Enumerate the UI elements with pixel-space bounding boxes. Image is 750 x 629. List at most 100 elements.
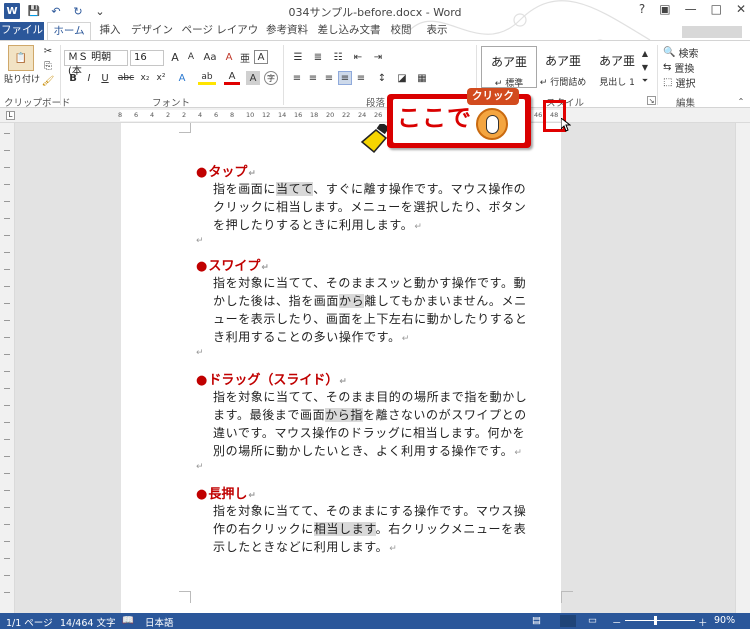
- tab-file[interactable]: ファイル: [0, 22, 44, 40]
- bold-button[interactable]: B: [66, 71, 80, 85]
- line-spacing-icon[interactable]: ↕: [374, 71, 390, 85]
- mouse-body: [486, 115, 499, 134]
- paste-icon[interactable]: 📋: [8, 45, 34, 71]
- margin-corner-mark: [561, 591, 573, 603]
- strikethrough-button[interactable]: abc: [116, 71, 136, 85]
- qat-customize-icon[interactable]: ⌄: [92, 3, 108, 19]
- distribute-icon[interactable]: ≡: [354, 71, 368, 85]
- borders-icon[interactable]: ▦: [414, 71, 430, 85]
- tab-home[interactable]: ホーム: [47, 22, 91, 40]
- body-text-line: を押したりするときに利用します。↵: [213, 216, 423, 233]
- grow-font-icon[interactable]: A: [168, 50, 182, 64]
- shrink-font-icon[interactable]: A: [184, 50, 198, 64]
- document-workspace: タップ↵指を画面に当てて、すぐに離す操作です。マウス操作のクリックに相当します。…: [0, 123, 750, 613]
- vertical-ruler-tick: [4, 133, 10, 134]
- shading-icon[interactable]: ◪: [394, 71, 410, 85]
- justify-icon[interactable]: ≡: [338, 71, 352, 85]
- language-indicator[interactable]: 日本語: [145, 615, 174, 629]
- cut-icon[interactable]: ✂: [42, 45, 54, 57]
- bullets-icon[interactable]: ☰: [290, 50, 306, 64]
- tab-insert[interactable]: 挿入: [94, 22, 126, 40]
- style-sample: あア亜: [598, 54, 635, 68]
- zoom-level[interactable]: 90%: [714, 615, 735, 626]
- tab-mailings[interactable]: 差し込み文書: [316, 22, 382, 40]
- maximize-button[interactable]: □: [711, 2, 722, 16]
- styles-scroll-up-icon[interactable]: ▲: [640, 46, 650, 60]
- tab-page-layout[interactable]: ページ レイアウト: [180, 22, 260, 53]
- word-count[interactable]: 14/464 文字: [60, 615, 115, 629]
- redo-icon[interactable]: ↻: [70, 3, 86, 19]
- font-name-combo[interactable]: ＭＳ 明朝 (本: [64, 50, 128, 77]
- minimize-button[interactable]: —: [685, 2, 697, 16]
- phonetic-guide-icon[interactable]: 亜: [238, 50, 252, 65]
- vertical-ruler[interactable]: [0, 123, 15, 613]
- print-layout-icon[interactable]: [560, 615, 576, 627]
- vertical-ruler-tick: [4, 218, 10, 219]
- help-button[interactable]: ?: [639, 2, 645, 16]
- ruler-number: 6: [214, 111, 219, 119]
- paste-button-label[interactable]: 貼り付け: [4, 72, 40, 85]
- styles-more-icon[interactable]: ⏷: [640, 74, 650, 88]
- superscript-button[interactable]: x²: [154, 71, 168, 85]
- underline-button[interactable]: U: [98, 71, 112, 85]
- char-shading-icon[interactable]: A: [246, 71, 260, 85]
- replace-icon: ⇆: [663, 61, 672, 73]
- tab-selector[interactable]: L: [6, 111, 15, 120]
- subscript-button[interactable]: x₂: [138, 71, 152, 85]
- styles-scroll-down-icon[interactable]: ▼: [640, 60, 650, 74]
- horizontal-ruler[interactable]: L 86422468101214161820222426283032343638…: [0, 108, 750, 123]
- undo-icon[interactable]: ↶: [48, 3, 64, 19]
- zoom-in-button[interactable]: ＋: [698, 615, 708, 629]
- text-run: ます。最後まで画面: [213, 408, 326, 422]
- tab-references[interactable]: 参考資料: [264, 22, 310, 40]
- highlight-color-icon[interactable]: ab: [198, 71, 216, 85]
- select-button[interactable]: ⬚ 選択: [663, 75, 723, 90]
- vertical-scrollbar[interactable]: [735, 123, 750, 613]
- align-left-icon[interactable]: ≡: [290, 71, 304, 85]
- account-name-blurred[interactable]: [682, 26, 742, 38]
- align-right-icon[interactable]: ≡: [322, 71, 336, 85]
- font-color-icon[interactable]: A: [224, 71, 240, 85]
- italic-button[interactable]: I: [82, 71, 96, 85]
- align-center-icon[interactable]: ≡: [306, 71, 320, 85]
- collapse-ribbon-icon[interactable]: ⌃: [736, 96, 746, 106]
- zoom-slider-thumb[interactable]: [654, 616, 657, 625]
- word-app-icon[interactable]: W: [4, 3, 20, 19]
- multilevel-list-icon[interactable]: ☷: [330, 50, 346, 64]
- document-page[interactable]: タップ↵指を画面に当てて、すぐに離す操作です。マウス操作のクリックに相当します。…: [121, 123, 573, 613]
- save-icon[interactable]: 💾: [26, 3, 42, 19]
- paragraph-mark: ↵: [248, 169, 256, 179]
- style-no-spacing[interactable]: あア亜 ↵ 行間詰め: [535, 46, 591, 88]
- paragraph-mark: ↵: [389, 544, 398, 554]
- enclose-char-icon[interactable]: 字: [264, 71, 278, 85]
- copy-icon[interactable]: ⎘: [42, 60, 54, 72]
- style-heading-1[interactable]: あア亜 見出し 1: [589, 46, 645, 88]
- change-case-icon[interactable]: Aa: [201, 50, 219, 64]
- numbering-icon[interactable]: ≣: [310, 50, 326, 64]
- text-effects-icon[interactable]: A: [174, 71, 190, 85]
- close-button[interactable]: ✕: [736, 2, 746, 16]
- page-count[interactable]: 1/1 ページ: [6, 615, 53, 629]
- body-text-line: ます。最後まで画面から指を離さないのがスワイプとの: [213, 406, 527, 423]
- styles-dialog-launcher-icon[interactable]: ↘: [647, 96, 656, 105]
- find-button[interactable]: 🔍 検索: [663, 45, 723, 60]
- ruler-number: 46: [534, 111, 543, 119]
- ribbon-display-button[interactable]: ▣: [659, 2, 670, 16]
- tab-view[interactable]: 表示: [422, 22, 452, 40]
- clear-format-icon[interactable]: A: [222, 50, 236, 64]
- increase-indent-icon[interactable]: ⇥: [370, 50, 386, 64]
- format-painter-icon[interactable]: 🖌: [42, 75, 55, 87]
- decrease-indent-icon[interactable]: ⇤: [350, 50, 366, 64]
- style-normal[interactable]: あア亜 ↵ 標準: [481, 46, 537, 89]
- read-mode-icon[interactable]: ▤: [532, 615, 541, 626]
- proofing-icon[interactable]: 📖: [122, 615, 134, 626]
- web-layout-icon[interactable]: ▭: [588, 615, 597, 626]
- replace-button[interactable]: ⇆ 置換: [663, 60, 723, 75]
- zoom-slider-track[interactable]: [625, 620, 695, 621]
- tab-design[interactable]: デザイン: [130, 22, 174, 40]
- font-size-combo[interactable]: 16: [130, 50, 164, 66]
- zoom-out-button[interactable]: －: [612, 615, 622, 629]
- char-border-icon[interactable]: A: [254, 50, 268, 64]
- tab-review[interactable]: 校閲: [386, 22, 416, 40]
- ruler-number: 4: [198, 111, 203, 119]
